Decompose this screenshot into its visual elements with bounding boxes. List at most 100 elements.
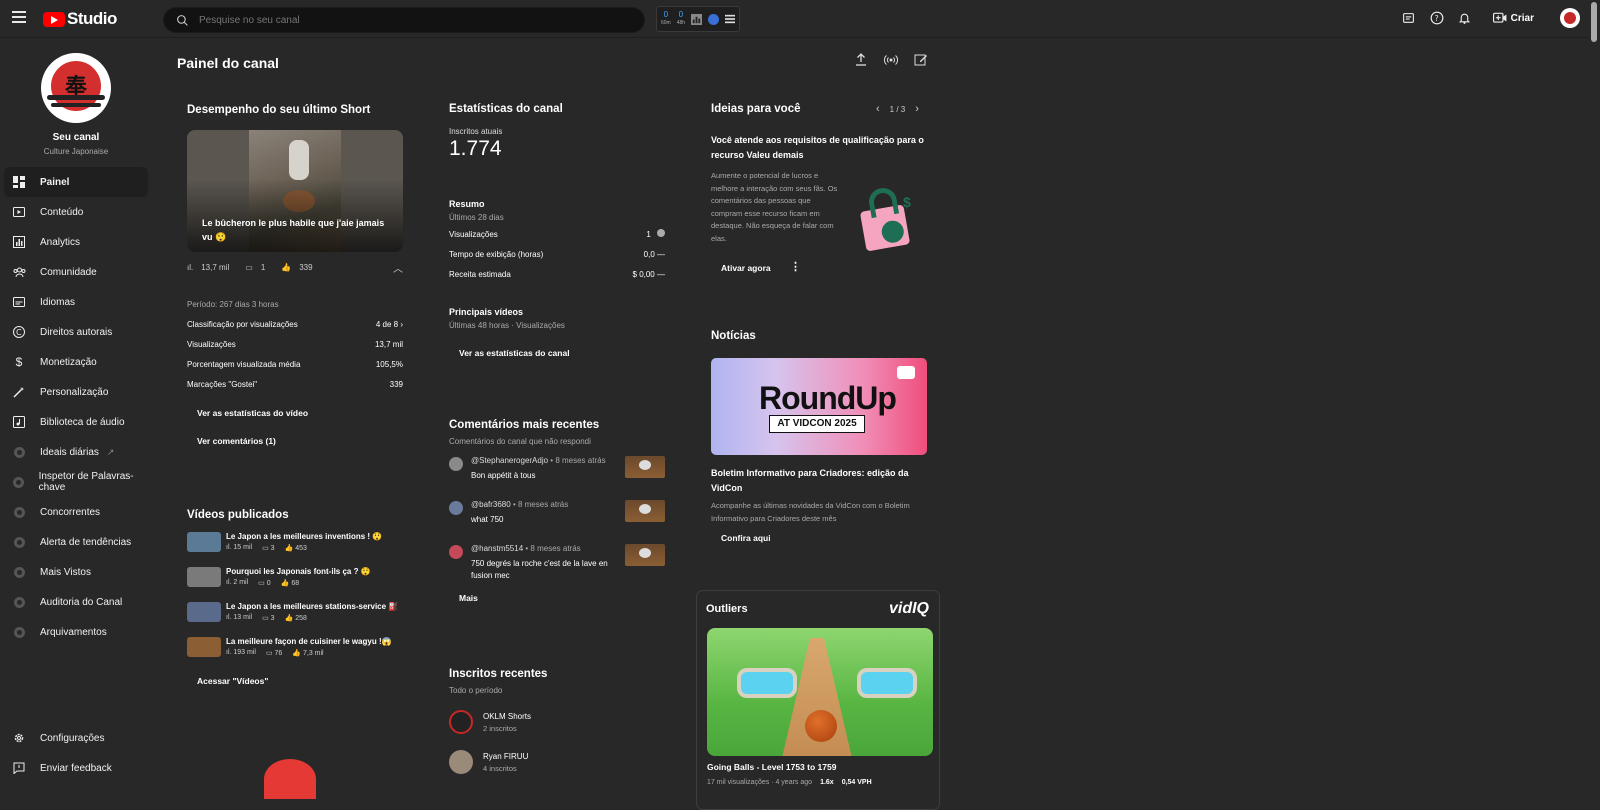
activate-now-button[interactable]: Ativar agora [711,256,781,280]
video-row[interactable]: Le Japon a les meilleures inventions ! 😲… [187,532,403,567]
sidebar-item-alerta-tendencias[interactable]: Alerta de tendências [4,527,148,557]
vidiq-extension-widget[interactable]: 0 60m 0 48h [656,6,740,32]
views-icon: ıl. [187,263,194,272]
video-thumbnail[interactable] [625,500,665,522]
sidebar-item-personalizacao[interactable]: Personalização [4,377,148,407]
sidebar-item-biblioteca-audio[interactable]: Biblioteca de áudio [4,407,148,437]
subscriber-row[interactable]: Ryan FIRUU 4 inscritos [449,742,665,782]
main-content: Painel do canal Desempenho do seu último… [160,39,1580,810]
metric-row: Visualizações 13,7 mil [187,339,403,349]
sidebar-item-label: Enviar feedback [40,762,112,774]
view-comments-button[interactable]: Ver comentários (1) [187,429,286,453]
recent-comments-sub: Comentários do canal que não respondi [449,437,591,446]
subscriber-row[interactable]: OKLM Shorts 2 inscritos [449,702,665,742]
news-banner[interactable]: RoundUp AT VIDCON 2025 [711,358,927,455]
captions-icon[interactable] [1401,10,1417,26]
sidebar-item-monetizacao[interactable]: $ Monetização [4,347,148,377]
external-link-icon: ↗ [106,446,115,457]
video-thumbnail[interactable] [625,456,665,478]
sidebar-item-idiomas[interactable]: Idiomas [4,287,148,317]
sidebar-item-painel[interactable]: Painel [4,167,148,197]
comment-item[interactable]: @bafr3680 • 8 meses atrás what 750 [449,500,665,544]
view-video-stats-button[interactable]: Ver as estatísticas do vídeo [187,401,318,425]
channel-stats-heading: Estatísticas do canal [449,103,563,115]
studio-logo[interactable]: Studio [43,9,117,29]
avatar [449,750,473,774]
video-row[interactable]: Pourquoi les Japonais font-ils ça ? 😲 ıl… [187,567,403,602]
outlier-video-thumbnail[interactable] [707,628,933,756]
search-bar[interactable] [163,7,645,33]
metric-row[interactable]: Classificação por visualizações 4 de 8 › [187,314,403,334]
video-row[interactable]: Le Japon a les meilleures stations-servi… [187,602,403,637]
upload-icon[interactable] [854,53,868,67]
youtube-logo-icon [43,11,65,27]
vidiq-icon[interactable] [708,13,720,25]
last-short-card[interactable]: Le bûcheron le plus habile que j'aie jam… [187,130,403,252]
sidebar-item-conteudo[interactable]: Conteúdo [4,197,148,227]
help-icon[interactable]: ? [1429,10,1445,26]
notifications-bell-icon[interactable] [1457,10,1473,26]
vidiq-icon [13,536,25,548]
avatar [449,710,473,734]
chevron-left-icon[interactable]: ‹ [876,103,880,115]
community-icon [12,265,26,279]
sidebar-bottom-nav: Configurações Enviar feedback [4,723,148,783]
idea-title: Você atende aos requisitos de qualificaç… [711,135,924,160]
summary-row: Receita estimada $ 0,00 — [449,269,665,279]
sidebar-item-mais-vistos[interactable]: Mais Vistos [4,557,148,587]
video-thumbnail[interactable] [625,544,665,566]
outlier-video-title[interactable]: Going Balls - Level 1753 to 1759 [707,762,836,772]
dashboard-icon [12,175,26,189]
edit-post-icon[interactable] [914,53,928,67]
decorative-mascot [264,759,316,799]
news-title[interactable]: Boletim Informativo para Criadores: ediç… [711,466,927,496]
create-label: Criar [1510,12,1534,24]
sidebar-item-label: Analytics [40,236,81,248]
sidebar-item-label: Auditoria do Canal [40,596,123,608]
top-bar: Studio 060m 048h ? Criar [0,0,1600,38]
sidebar-item-analytics[interactable]: Analytics [4,227,148,257]
list-icon[interactable] [725,14,736,24]
sidebar-item-concorrentes[interactable]: Concorrentes [4,497,148,527]
sidebar-item-configuracoes[interactable]: Configurações [4,723,148,753]
summary-row: Visualizações 1 [449,224,665,244]
go-to-videos-button[interactable]: Acessar "Vídeos" [187,669,278,693]
metric-row: Porcentagem visualizada média 105,5% [187,359,403,369]
subtitles-icon [12,295,26,309]
create-button[interactable]: Criar [1492,12,1534,24]
sidebar-item-inspetor-palavras-chave[interactable]: Inspetor de Palavras-chave [4,467,148,497]
outliers-heading: Outliers [706,603,748,615]
comment-item[interactable]: @StephanerogerAdjo • 8 meses atrás Bon ap… [449,456,665,500]
comment-icon: ▭ [245,263,253,272]
scrollbar-thumb[interactable] [1591,2,1597,42]
page-title: Painel do canal [177,55,279,71]
account-avatar[interactable] [1560,8,1580,28]
more-comments-button[interactable]: Mais [449,586,488,610]
sidebar-item-enviar-feedback[interactable]: Enviar feedback [4,753,148,783]
summary-rows: Visualizações 1 Tempo de exibição (horas)… [449,224,665,284]
video-row[interactable]: La meilleure façon de cuisiner le wagyu … [187,637,403,672]
sidebar-item-direitos-autorais[interactable]: C Direitos autorais [4,317,148,347]
chart-icon[interactable] [691,13,703,25]
search-input[interactable] [199,14,599,26]
sidebar-item-comunidade[interactable]: Comunidade [4,257,148,287]
sidebar-item-auditoria-canal[interactable]: Auditoria do Canal [4,587,148,617]
sidebar-item-ideais-diarias[interactable]: Ideais diárias ↗ [4,437,148,467]
vidiq-icon [13,626,25,638]
more-options-icon[interactable]: ⋮ [790,260,801,273]
check-it-out-button[interactable]: Confira aqui [711,526,781,550]
sidebar-item-label: Inspetor de Palavras-chave [38,471,134,493]
view-channel-stats-button[interactable]: Ver as estatísticas do canal [449,341,580,365]
sidebar-item-arquivamentos[interactable]: Arquivamentos [4,617,148,647]
live-icon[interactable] [884,53,898,67]
page-scrollbar[interactable] [1588,0,1600,792]
menu-icon[interactable] [12,11,26,23]
top-videos-heading: Principais vídeos [449,307,524,317]
chevron-right-icon[interactable]: › [915,103,919,115]
channel-avatar[interactable]: 奉 [41,53,111,123]
summary-row: Tempo de exibição (horas) 0,0 — [449,249,665,259]
info-icon [657,229,665,237]
chevron-up-icon[interactable]: ︿ [393,260,403,275]
create-video-icon [1492,12,1507,23]
short-performance-heading: Desempenho do seu último Short [187,104,371,116]
